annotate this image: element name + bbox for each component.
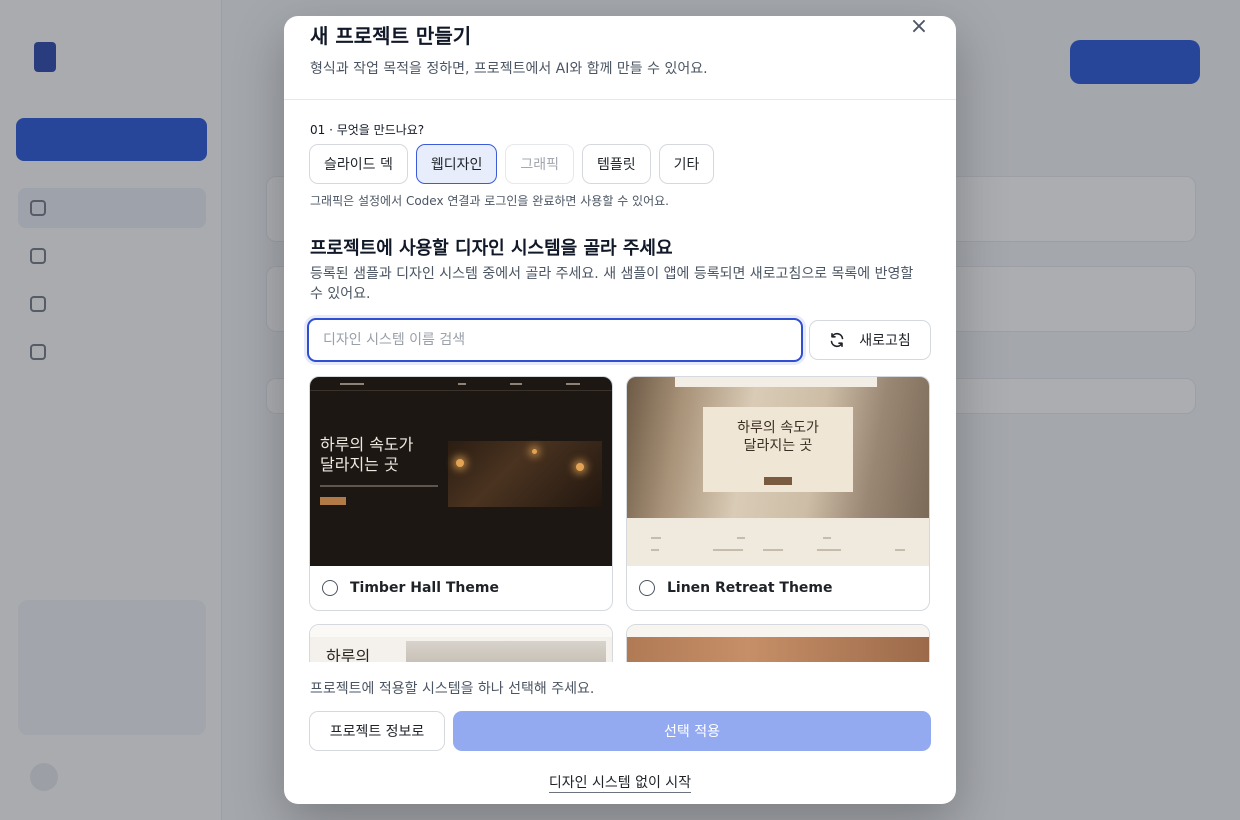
design-system-card[interactable]: 하루의 — [309, 624, 613, 662]
preview-line — [510, 383, 522, 385]
selection-hint: 프로젝트에 적용할 시스템을 하나 선택해 주세요. — [310, 681, 595, 697]
close-icon[interactable]: × — [908, 16, 930, 38]
design-system-name: Timber Hall Theme — [350, 579, 499, 596]
preview-line — [340, 383, 364, 385]
preview-cta — [320, 497, 346, 505]
start-without-design-system-link[interactable]: 디자인 시스템 없이 시작 — [548, 775, 692, 793]
refresh-label: 새로고침 — [859, 333, 911, 349]
card-footer: Linen Retreat Theme — [627, 565, 929, 610]
design-system-card[interactable] — [626, 624, 930, 662]
type-option-template[interactable]: 템플릿 — [582, 144, 651, 184]
preview-line — [320, 485, 438, 487]
card-preview-image: 하루의 속도가 달라지는 곳 — [627, 377, 929, 566]
preview-line — [713, 549, 743, 551]
preview-hero-box: 하루의 속도가 달라지는 곳 — [703, 407, 853, 492]
preview-line — [651, 549, 659, 551]
modal-subtitle: 형식과 작업 목적을 정하면, 프로젝트에서 AI와 함께 만들 수 있어요. — [310, 61, 708, 77]
type-option-other[interactable]: 기타 — [658, 144, 715, 184]
preview-line — [817, 549, 841, 551]
design-system-search-input[interactable] — [307, 318, 803, 362]
design-system-card-timber-hall[interactable]: 하루의 속도가 달라지는 곳 Timber Hall Theme — [309, 376, 613, 611]
preview-nav — [310, 625, 612, 637]
modal-title: 새 프로젝트 만들기 — [310, 24, 472, 48]
preview-line — [823, 537, 831, 539]
card-preview-image: 하루의 속도가 달라지는 곳 — [310, 377, 612, 566]
new-project-modal: 새 프로젝트 만들기 형식과 작업 목적을 정하면, 프로젝트에서 AI와 함께… — [284, 16, 956, 804]
preview-line — [458, 383, 466, 385]
back-to-project-info-button[interactable]: 프로젝트 정보로 — [309, 711, 445, 751]
type-option-web-design[interactable]: 웹디자인 — [415, 144, 498, 184]
preview-heading: 하루의 속도가 달라지는 곳 — [320, 435, 414, 474]
preview-photo — [627, 637, 929, 662]
preview-nav — [675, 377, 877, 387]
preview-line — [651, 537, 661, 539]
design-system-list[interactable]: 하루의 속도가 달라지는 곳 Timber Hall Theme 하루의 속도가… — [309, 376, 931, 662]
preview-photo — [406, 641, 606, 662]
type-option-graphic[interactable]: 그래픽 — [505, 144, 575, 184]
card-footer: Timber Hall Theme — [310, 565, 612, 610]
design-system-title: 프로젝트에 사용할 디자인 시스템을 골라 주세요 — [310, 238, 673, 259]
card-preview-image: 하루의 — [310, 625, 612, 662]
preview-line — [895, 549, 905, 551]
preview-heading: 하루의 — [326, 647, 371, 662]
type-option-slide-deck[interactable]: 슬라이드 덱 — [309, 144, 408, 184]
lamp-icon — [576, 463, 584, 471]
type-note: 그래픽은 설정에서 Codex 연결과 로그인을 완료하면 사용할 수 있어요. — [310, 194, 669, 208]
radio-unselected[interactable] — [639, 579, 655, 596]
lamp-icon — [456, 459, 464, 467]
start-without-design-system: 디자인 시스템 없이 시작 — [284, 772, 956, 793]
step-label: 01 · 무엇을 만드나요? — [310, 123, 425, 137]
refresh-button[interactable]: 새로고침 — [809, 320, 931, 360]
preview-line — [763, 549, 783, 551]
project-type-selector: 슬라이드 덱 웹디자인 그래픽 템플릿 기타 — [309, 144, 715, 184]
card-preview-image — [627, 625, 929, 662]
design-system-card-linen-retreat[interactable]: 하루의 속도가 달라지는 곳 Linen Retreat Theme — [626, 376, 930, 611]
design-system-name: Linen Retreat Theme — [667, 579, 833, 596]
preview-line — [737, 537, 745, 539]
refresh-icon — [830, 332, 844, 348]
preview-line — [566, 383, 580, 385]
preview-nav — [627, 625, 929, 637]
preview-heading: 하루의 속도가 달라지는 곳 — [737, 420, 819, 454]
lamp-icon — [532, 449, 537, 454]
preview-photo — [448, 441, 602, 507]
modal-header: 새 프로젝트 만들기 형식과 작업 목적을 정하면, 프로젝트에서 AI와 함께… — [284, 16, 956, 100]
radio-unselected[interactable] — [322, 579, 338, 596]
apply-selection-button[interactable]: 선택 적용 — [453, 711, 931, 751]
preview-cta — [764, 477, 792, 485]
design-system-description: 등록된 샘플과 디자인 시스템 중에서 골라 주세요. 새 샘플이 앱에 등록되… — [310, 266, 914, 302]
